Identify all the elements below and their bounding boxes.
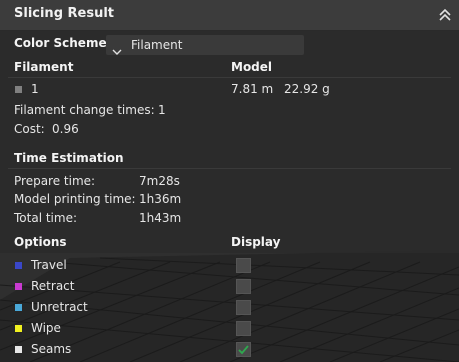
travel-display-checkbox[interactable] xyxy=(236,258,251,273)
prepare-time-value: 7m28s xyxy=(139,174,180,188)
filament-color-swatch xyxy=(15,86,22,93)
option-label-seams: Seams xyxy=(31,342,72,356)
display-column-header: Display xyxy=(231,235,281,249)
viewport: Slicing Result Color Scheme Filament Fil… xyxy=(0,0,459,362)
divider xyxy=(8,168,451,169)
model-printing-time-value: 1h36m xyxy=(139,192,182,206)
total-time-label: Total time: xyxy=(14,211,77,225)
retract-display-checkbox[interactable] xyxy=(236,279,251,294)
color-scheme-label: Color Scheme xyxy=(14,36,107,50)
retract-color-swatch xyxy=(15,283,22,290)
total-time-value: 1h43m xyxy=(139,211,182,225)
slicing-result-panel: Slicing Result Color Scheme Filament Fil… xyxy=(0,0,459,362)
option-label-unretract: Unretract xyxy=(31,300,88,314)
option-label-retract: Retract xyxy=(31,279,75,293)
wipe-color-swatch xyxy=(15,325,22,332)
filament-id: 1 xyxy=(31,82,39,96)
filament-change-times-value: 1 xyxy=(158,103,166,117)
options-column-header: Options xyxy=(14,235,67,249)
cost-value: 0.96 xyxy=(52,122,79,136)
option-label-wipe: Wipe xyxy=(31,321,61,335)
travel-color-swatch xyxy=(15,262,22,269)
filament-length: 7.81 m xyxy=(231,82,274,96)
time-estimation-title: Time Estimation xyxy=(14,151,124,165)
prepare-time-label: Prepare time: xyxy=(14,174,96,188)
filament-weight: 22.92 g xyxy=(284,82,330,96)
panel-title: Slicing Result xyxy=(14,6,115,21)
seams-color-swatch xyxy=(15,346,22,353)
cost-label: Cost: xyxy=(14,122,45,136)
unretract-color-swatch xyxy=(15,304,22,311)
chevron-down-icon xyxy=(112,41,122,55)
filament-change-times-label: Filament change times: xyxy=(14,103,155,117)
model-printing-time-label: Model printing time: xyxy=(14,192,136,206)
double-chevron-up-icon[interactable] xyxy=(438,7,452,23)
unretract-display-checkbox[interactable] xyxy=(236,300,251,315)
color-scheme-dropdown[interactable]: Filament xyxy=(106,35,304,55)
filament-column-header: Filament xyxy=(14,60,74,74)
color-scheme-value: Filament xyxy=(131,38,183,52)
seams-display-checkbox[interactable] xyxy=(236,342,251,357)
divider xyxy=(8,77,451,78)
option-label-travel: Travel xyxy=(31,258,67,272)
wipe-display-checkbox[interactable] xyxy=(236,321,251,336)
panel-header: Slicing Result xyxy=(0,0,459,31)
checkmark-icon xyxy=(238,345,249,355)
model-column-header: Model xyxy=(231,60,273,74)
